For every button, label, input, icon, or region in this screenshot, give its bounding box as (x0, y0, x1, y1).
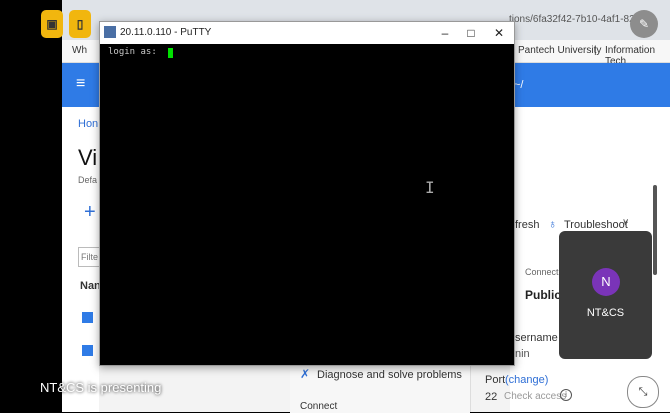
port-label: Port (485, 374, 506, 386)
maximize-button[interactable]: □ (456, 22, 486, 44)
connection-label: Connecti (525, 267, 561, 277)
app-icon-1[interactable]: ▣ (41, 10, 63, 38)
page-subtitle: Defa (78, 175, 98, 185)
port-value: 22 (485, 391, 498, 403)
column-header-name[interactable]: Nan (80, 280, 101, 292)
scrollbar[interactable] (653, 185, 657, 275)
putty-title: 20.11.0.110 - PuTTY (120, 27, 212, 38)
login-prompt: login as: (108, 47, 157, 57)
address-fragment[interactable]: tions/6fa32f42-7b10-4af1-82e8- (509, 14, 649, 25)
participant-tile[interactable]: N NT&CS (559, 231, 652, 359)
putty-window[interactable]: 20.11.0.110 - PuTTY – □ ✕ login as: I (99, 21, 515, 366)
portal-left-pane: Hon Vi Defa + Filte Nan (62, 107, 102, 412)
terminal-area[interactable]: login as: I (100, 44, 514, 365)
portal-bottom-pane: ✗ Diagnose and solve problems Connect (290, 362, 470, 413)
bookmark-separator: | (594, 45, 597, 56)
vm-icon (82, 345, 93, 356)
mic-off-icon[interactable]: ✎ (630, 10, 658, 38)
participant-name: NT&CS (586, 307, 625, 319)
bookmark-wh[interactable]: Wh (72, 45, 87, 56)
text-cursor-icon: I (425, 178, 435, 197)
username-value[interactable]: nin (515, 348, 530, 360)
refresh-button[interactable]: fresh (515, 219, 539, 231)
page-title: Vi (78, 145, 98, 170)
minimize-share-icon[interactable]: ⤡ (627, 376, 659, 408)
stethoscope-icon: ♁ (548, 217, 557, 231)
terminal-cursor (168, 48, 173, 58)
putty-app-icon (104, 26, 116, 38)
chevron-down-icon[interactable]: ∨ (622, 217, 629, 228)
url-fragment: ~/ (514, 79, 524, 91)
putty-titlebar[interactable]: 20.11.0.110 - PuTTY – □ ✕ (100, 22, 514, 44)
close-button[interactable]: ✕ (484, 22, 514, 44)
breadcrumb[interactable]: Hon (78, 118, 98, 130)
presenting-banner: NT&CS is presenting (40, 380, 162, 395)
info-icon: i (560, 389, 572, 401)
avatar: N (592, 268, 620, 296)
add-icon[interactable]: + (84, 201, 96, 224)
check-access-link[interactable]: Check access (504, 391, 566, 402)
app-icon-2[interactable]: ▯ (69, 10, 91, 38)
troubleshoot-button[interactable]: Troubleshoot (564, 219, 628, 231)
wrench-icon: ✗ (300, 367, 311, 381)
vm-icon (82, 312, 93, 323)
port-change-link[interactable]: (change) (505, 374, 548, 386)
username-label: sername (515, 332, 558, 344)
bookmark-pantech[interactable]: Pantech University (518, 45, 601, 56)
connect-heading: Connect (300, 401, 338, 412)
hamburger-menu-icon[interactable]: ≡ (76, 75, 85, 93)
diagnose-link[interactable]: Diagnose and solve problems (317, 369, 462, 381)
